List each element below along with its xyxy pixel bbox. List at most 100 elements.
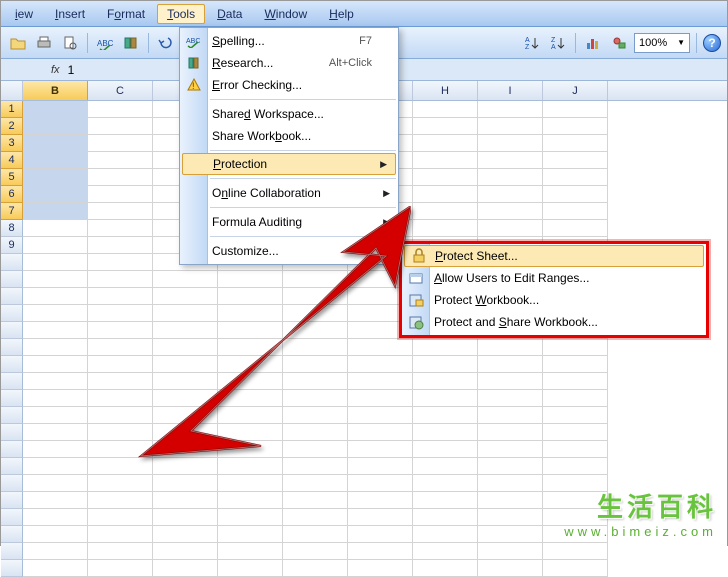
cell[interactable] [23,169,88,186]
cell[interactable] [88,152,153,169]
cell[interactable] [283,339,348,356]
cell[interactable] [283,441,348,458]
cell[interactable] [218,288,283,305]
cell[interactable] [348,526,413,543]
cell[interactable] [218,305,283,322]
cell[interactable] [413,356,478,373]
cell[interactable] [88,305,153,322]
cell[interactable] [283,288,348,305]
cell[interactable] [153,288,218,305]
cell[interactable] [88,492,153,509]
menu-insert[interactable]: Insert [45,4,95,24]
menu-item-error-checking[interactable]: !Error Checking... [180,74,398,96]
cell[interactable] [348,390,413,407]
cell[interactable] [413,339,478,356]
cell[interactable] [153,322,218,339]
cell[interactable] [88,101,153,118]
cell[interactable] [543,407,608,424]
cell[interactable] [153,373,218,390]
menu-item-shared-workspace[interactable]: Shared Workspace... [180,103,398,125]
cell[interactable] [478,373,543,390]
cell[interactable] [153,441,218,458]
cell[interactable] [88,271,153,288]
cell[interactable] [413,169,478,186]
row-header[interactable] [1,356,23,373]
cell[interactable] [218,509,283,526]
cell[interactable] [88,254,153,271]
cell[interactable] [23,390,88,407]
cell[interactable] [283,407,348,424]
cell[interactable] [153,305,218,322]
cell[interactable] [543,101,608,118]
cell[interactable] [478,220,543,237]
cell[interactable] [413,101,478,118]
cell[interactable] [478,390,543,407]
cell[interactable] [88,220,153,237]
formula-value[interactable]: 1 [68,63,75,77]
drawing-icon[interactable] [608,32,630,54]
cell[interactable] [153,356,218,373]
cell[interactable] [413,424,478,441]
cell[interactable] [88,526,153,543]
menu-item-formula-auditing[interactable]: Formula Auditing▶ [180,211,398,233]
cell[interactable] [348,475,413,492]
cell[interactable] [478,101,543,118]
cell[interactable] [23,458,88,475]
cell[interactable] [218,492,283,509]
cell[interactable] [478,356,543,373]
row-header[interactable]: 9 [1,237,23,254]
cell[interactable] [23,339,88,356]
cell[interactable] [153,271,218,288]
cell[interactable] [23,492,88,509]
sort-desc-icon[interactable]: ZA [547,32,569,54]
menu-item-customize[interactable]: Customize... [180,240,398,262]
cell[interactable] [413,220,478,237]
cell[interactable] [478,203,543,220]
row-header[interactable]: 1 [1,101,23,118]
cell[interactable] [478,169,543,186]
cell[interactable] [23,203,88,220]
cell[interactable] [153,475,218,492]
cell[interactable] [283,560,348,577]
cell[interactable] [153,458,218,475]
cell[interactable] [23,288,88,305]
cell[interactable] [478,492,543,509]
row-header[interactable] [1,305,23,322]
menu-help[interactable]: Help [319,4,364,24]
cell[interactable] [218,441,283,458]
row-header[interactable]: 7 [1,203,23,220]
cell[interactable] [88,475,153,492]
menu-item-online-collaboration[interactable]: Online Collaboration▶ [180,182,398,204]
menu-item-protect-and-share-workbook[interactable]: Protect and Share Workbook... [402,311,706,333]
menu-data[interactable]: Data [207,4,252,24]
cell[interactable] [218,475,283,492]
cell[interactable] [478,526,543,543]
cell[interactable] [543,339,608,356]
cell[interactable] [543,424,608,441]
cell[interactable] [88,407,153,424]
cell[interactable] [218,322,283,339]
cell[interactable] [153,424,218,441]
cell[interactable] [23,152,88,169]
cell[interactable] [413,509,478,526]
cell[interactable] [283,492,348,509]
cell[interactable] [218,458,283,475]
cell[interactable] [348,373,413,390]
cell[interactable] [283,271,348,288]
cell[interactable] [543,441,608,458]
cell[interactable] [543,152,608,169]
cell[interactable] [348,458,413,475]
cell[interactable] [348,339,413,356]
cell[interactable] [88,322,153,339]
cell[interactable] [413,118,478,135]
row-header[interactable] [1,373,23,390]
cell[interactable] [413,135,478,152]
cell[interactable] [88,373,153,390]
cell[interactable] [283,526,348,543]
cell[interactable] [218,424,283,441]
cell[interactable] [543,356,608,373]
cell[interactable] [23,220,88,237]
open-icon[interactable] [7,32,29,54]
row-header[interactable]: 2 [1,118,23,135]
cell[interactable] [88,203,153,220]
